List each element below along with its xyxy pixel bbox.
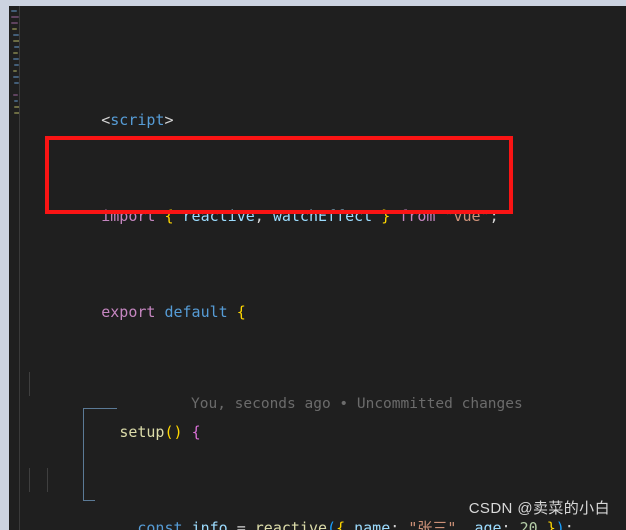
- code-content[interactable]: <script> import { reactive, watchEffect …: [20, 12, 626, 530]
- code-line[interactable]: <script>: [20, 84, 626, 129]
- code-line[interactable]: export default {: [20, 276, 626, 321]
- code-line-text-4: setup() {: [119, 423, 201, 441]
- csdn-watermark: CSDN @卖菜的小白: [468, 500, 610, 517]
- code-line-text-2: import { reactive, watchEffect } from "v…: [101, 207, 499, 225]
- minimap-mark: [11, 10, 17, 12]
- bracket-pair-guide-bottom-tick: [83, 500, 95, 501]
- bracket-pair-guide: [83, 408, 84, 500]
- bracket-pair-guide-top-tick: [83, 408, 117, 409]
- minimap-mark: [12, 28, 17, 30]
- minimap-mark: [11, 16, 19, 18]
- minimap-mark: [13, 52, 18, 54]
- minimap-mark: [11, 22, 18, 24]
- code-editor[interactable]: <script> import { reactive, watchEffect …: [9, 6, 626, 530]
- git-blame-annotation[interactable]: You, seconds ago • Uncommitted changes: [191, 392, 523, 416]
- minimap-mark: [13, 70, 17, 72]
- minimap-mark: [13, 94, 18, 96]
- code-line-text-3: export default {: [101, 303, 246, 321]
- screenshot-root: <script> import { reactive, watchEffect …: [0, 0, 626, 530]
- code-line[interactable]: import { reactive, watchEffect } from "v…: [20, 180, 626, 225]
- minimap-mark: [14, 100, 18, 102]
- code-line-text-5: const info = reactive({ name: "张三", age:…: [137, 519, 574, 530]
- code-line-text-1: <script>: [101, 111, 174, 129]
- code-line[interactable]: const info = reactive({ name: "张三", age:…: [20, 468, 626, 530]
